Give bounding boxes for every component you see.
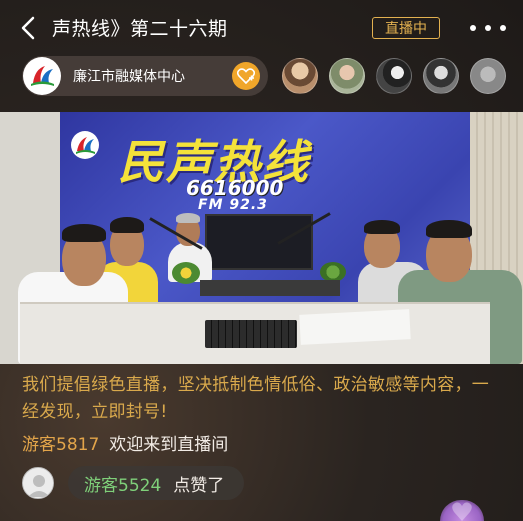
papers: [299, 309, 411, 345]
host-name: 廉江市融媒体中心: [73, 69, 185, 85]
viewer-avatar[interactable]: [470, 58, 506, 94]
viewer-avatar[interactable]: [282, 58, 318, 94]
audio-mixer: [200, 280, 340, 296]
page-title: 声热线》第二十六期: [52, 18, 228, 40]
studio-monitor: [205, 214, 313, 270]
viewer-avatars: [282, 58, 517, 94]
like-message: 游客5524 点赞了: [22, 466, 245, 500]
host-logo-icon: [24, 58, 60, 94]
show-frequency: FM 92.3: [198, 197, 268, 213]
like-bubble: 游客5524 点赞了: [68, 466, 245, 500]
default-user-icon: [23, 468, 53, 498]
host-avatar[interactable]: [23, 57, 61, 95]
live-status-badge: 直播中: [372, 17, 440, 39]
viewer-avatar[interactable]: [423, 58, 459, 94]
keyboard: [205, 320, 297, 348]
more-dot-icon: [470, 25, 476, 31]
viewer-avatar[interactable]: [329, 58, 365, 94]
welcome-text: 欢迎来到直播间: [109, 435, 229, 455]
top-bar: 声热线》第二十六期 直播中: [0, 0, 523, 56]
chevron-left-icon: [21, 16, 35, 40]
more-dot-icon: [485, 25, 491, 31]
plant-decoration: [320, 262, 346, 282]
live-video[interactable]: 民声热线 6616000 FM 92.3: [0, 112, 523, 364]
like-user[interactable]: 游客5524: [84, 471, 161, 496]
like-text: 点赞了: [173, 475, 225, 496]
like-button[interactable]: [440, 500, 484, 521]
heart-icon: [452, 502, 472, 521]
user-avatar[interactable]: [22, 467, 54, 499]
welcome-message: 游客5817 欢迎来到直播间: [22, 430, 228, 455]
platform-notice: 我们提倡绿色直播，坚决抵制色情低俗、政治敏感等内容，一经发现，立即封号!: [22, 375, 490, 422]
station-logo-icon: [71, 131, 99, 159]
more-button[interactable]: [470, 17, 506, 39]
welcome-user[interactable]: 游客5817: [22, 435, 99, 455]
back-button[interactable]: [14, 14, 42, 42]
host-info[interactable]: 廉江市融媒体中心: [22, 56, 268, 96]
follow-button[interactable]: [232, 62, 260, 90]
flower-decoration: [172, 262, 200, 284]
more-dot-icon: [500, 25, 506, 31]
heart-plus-icon: [237, 68, 255, 84]
viewer-avatar[interactable]: [376, 58, 412, 94]
